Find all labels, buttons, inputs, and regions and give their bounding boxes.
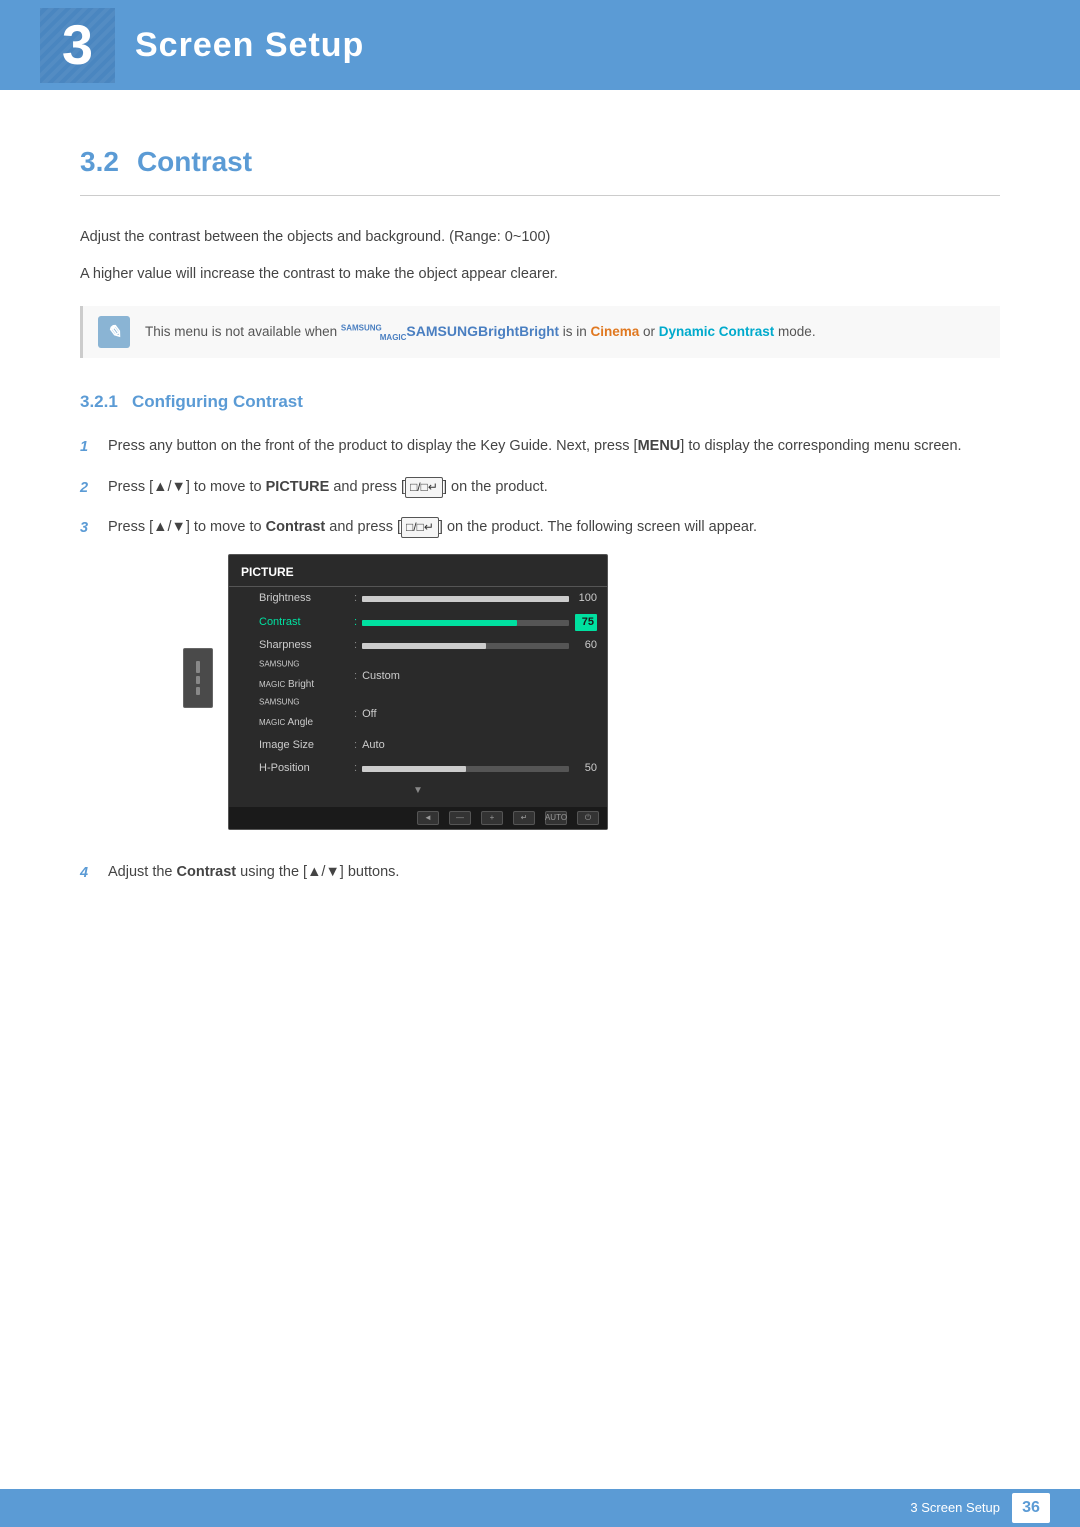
section-heading: 3.2 Contrast <box>80 140 1000 196</box>
section-number: 3.2 <box>80 140 119 185</box>
section-title: Contrast <box>137 140 252 185</box>
step-4-number: 4 <box>80 861 108 885</box>
chapter-title: Screen Setup <box>135 18 364 72</box>
osd-bottom-bar: ◄ — + ↵ AUTO ⏻ <box>229 807 607 829</box>
osd-item-hposition: H-Position : 50 <box>229 757 607 781</box>
osd-contrast-label: Contrast <box>259 614 349 632</box>
osd-contrast-value: 75 <box>575 614 597 632</box>
step-1: 1 Press any button on the front of the p… <box>80 435 1000 459</box>
osd-sharpness-bar: 60 <box>362 637 597 655</box>
osd-brightness-bar: 100 <box>362 590 597 608</box>
main-content: 3.2 Contrast Adjust the contrast between… <box>0 90 1080 981</box>
note-cinema: Cinema <box>590 324 639 339</box>
step-2-text: Press [▲/▼] to move to PICTURE and press… <box>108 476 1000 499</box>
paragraph-1: Adjust the contrast between the objects … <box>80 226 1000 249</box>
osd-hposition-value: 50 <box>575 760 597 778</box>
osd-btn-power: ⏻ <box>577 811 599 825</box>
osd-item-contrast: Contrast : 75 <box>229 611 607 635</box>
osd-btn-3: + <box>481 811 503 825</box>
footer-page-number: 36 <box>1012 1493 1050 1523</box>
step-2-number: 2 <box>80 476 108 500</box>
osd-image-size-label: Image Size <box>259 737 349 755</box>
monitor-sidebar-icon <box>183 648 213 708</box>
steps-list: 1 Press any button on the front of the p… <box>80 435 1000 885</box>
step-3: 3 Press [▲/▼] to move to Contrast and pr… <box>80 516 1000 845</box>
note-box: ✎ This menu is not available when SAMSUN… <box>80 306 1000 358</box>
osd-item-brightness: Brightness : 100 <box>229 587 607 611</box>
note-text-before: This menu is not available when <box>145 324 341 339</box>
osd-btn-auto: AUTO <box>545 811 567 825</box>
osd-sharpness-label: Sharpness <box>259 637 349 655</box>
osd-sharpness-value: 60 <box>575 637 597 655</box>
mon-bar-3 <box>196 687 200 695</box>
osd-container: PICTURE Brightness : 100 <box>228 554 608 830</box>
note-text: This menu is not available when SAMSUNGM… <box>145 316 816 344</box>
osd-brightness-value: 100 <box>575 590 597 608</box>
step-4: 4 Adjust the Contrast using the [▲/▼] bu… <box>80 861 1000 885</box>
osd-magic-bright-value: Custom <box>362 668 400 686</box>
page-footer: 3 Screen Setup 36 <box>0 1489 1080 1527</box>
osd-image-size-value: Auto <box>362 737 385 755</box>
step-4-contrast: Contrast <box>177 864 237 880</box>
chapter-number-box: 3 <box>40 8 115 83</box>
osd-magic-bright-label: SAMSUNGMAGIC Bright <box>259 661 349 693</box>
osd-magic-angle-value: Off <box>362 706 376 724</box>
note-text-after: mode. <box>774 324 815 339</box>
step-3-number: 3 <box>80 516 108 540</box>
osd-brightness-label: Brightness <box>259 590 349 608</box>
chapter-header: 3 Screen Setup <box>0 0 1080 90</box>
osd-item-image-size: Image Size : Auto <box>229 734 607 758</box>
paragraph-2: A higher value will increase the contras… <box>80 263 1000 286</box>
osd-btn-1: ◄ <box>417 811 439 825</box>
osd-scroll-indicator: ▼ <box>229 781 607 801</box>
footer-section-text: 3 Screen Setup <box>910 1498 1000 1519</box>
osd-hposition-fill <box>362 766 465 772</box>
osd-contrast-fill <box>362 620 517 626</box>
osd-item-sharpness: Sharpness : 60 <box>229 634 607 658</box>
step-2-btn: □/□↵ <box>405 477 443 498</box>
osd-magic-angle-label: SAMSUNGMAGIC Angle <box>259 699 349 731</box>
subsection-number: 3.2.1 <box>80 392 118 411</box>
chapter-number: 3 <box>62 17 93 73</box>
step-2: 2 Press [▲/▼] to move to PICTURE and pre… <box>80 476 1000 500</box>
note-text-middle: is in <box>559 324 591 339</box>
osd-contrast-bar: 75 <box>362 614 597 632</box>
subsection-heading: 3.2.1 Configuring Contrast <box>80 388 1000 415</box>
note-magic-bright: SAMSUNGMAGICSAMSUNGBright <box>341 324 519 339</box>
note-magic-bright-word: Bright <box>519 324 559 339</box>
step-3-text: Press [▲/▼] to move to Contrast and pres… <box>108 516 1000 845</box>
mon-bar-1 <box>196 661 200 673</box>
step-3-btn: □/□↵ <box>401 517 439 538</box>
osd-btn-4: ↵ <box>513 811 535 825</box>
mon-bar-2 <box>196 676 200 684</box>
step-1-text: Press any button on the front of the pro… <box>108 435 1000 458</box>
osd-hposition-bar: 50 <box>362 760 597 778</box>
note-icon: ✎ <box>98 316 130 348</box>
note-dynamic-contrast: Dynamic Contrast <box>659 324 775 339</box>
note-text-or: or <box>639 324 659 339</box>
step-1-number: 1 <box>80 435 108 459</box>
osd-hposition-label: H-Position <box>259 760 349 778</box>
osd-wrapper: PICTURE Brightness : 100 <box>228 554 608 830</box>
osd-brightness-fill <box>362 596 569 602</box>
step-1-key-menu: MENU <box>638 438 681 454</box>
step-4-text: Adjust the Contrast using the [▲/▼] butt… <box>108 861 1000 884</box>
osd-screen: PICTURE Brightness : 100 <box>228 554 608 830</box>
osd-item-magic-bright: SAMSUNGMAGIC Bright : Custom <box>229 658 607 696</box>
osd-sharpness-fill <box>362 643 486 649</box>
osd-btn-2: — <box>449 811 471 825</box>
step-2-picture: PICTURE <box>266 479 330 495</box>
note-icon-symbol: ✎ <box>106 318 121 347</box>
osd-item-magic-angle: SAMSUNGMAGIC Angle : Off <box>229 696 607 734</box>
osd-title: PICTURE <box>229 563 607 587</box>
step-3-contrast: Contrast <box>266 519 326 535</box>
subsection-title: Configuring Contrast <box>132 392 303 411</box>
